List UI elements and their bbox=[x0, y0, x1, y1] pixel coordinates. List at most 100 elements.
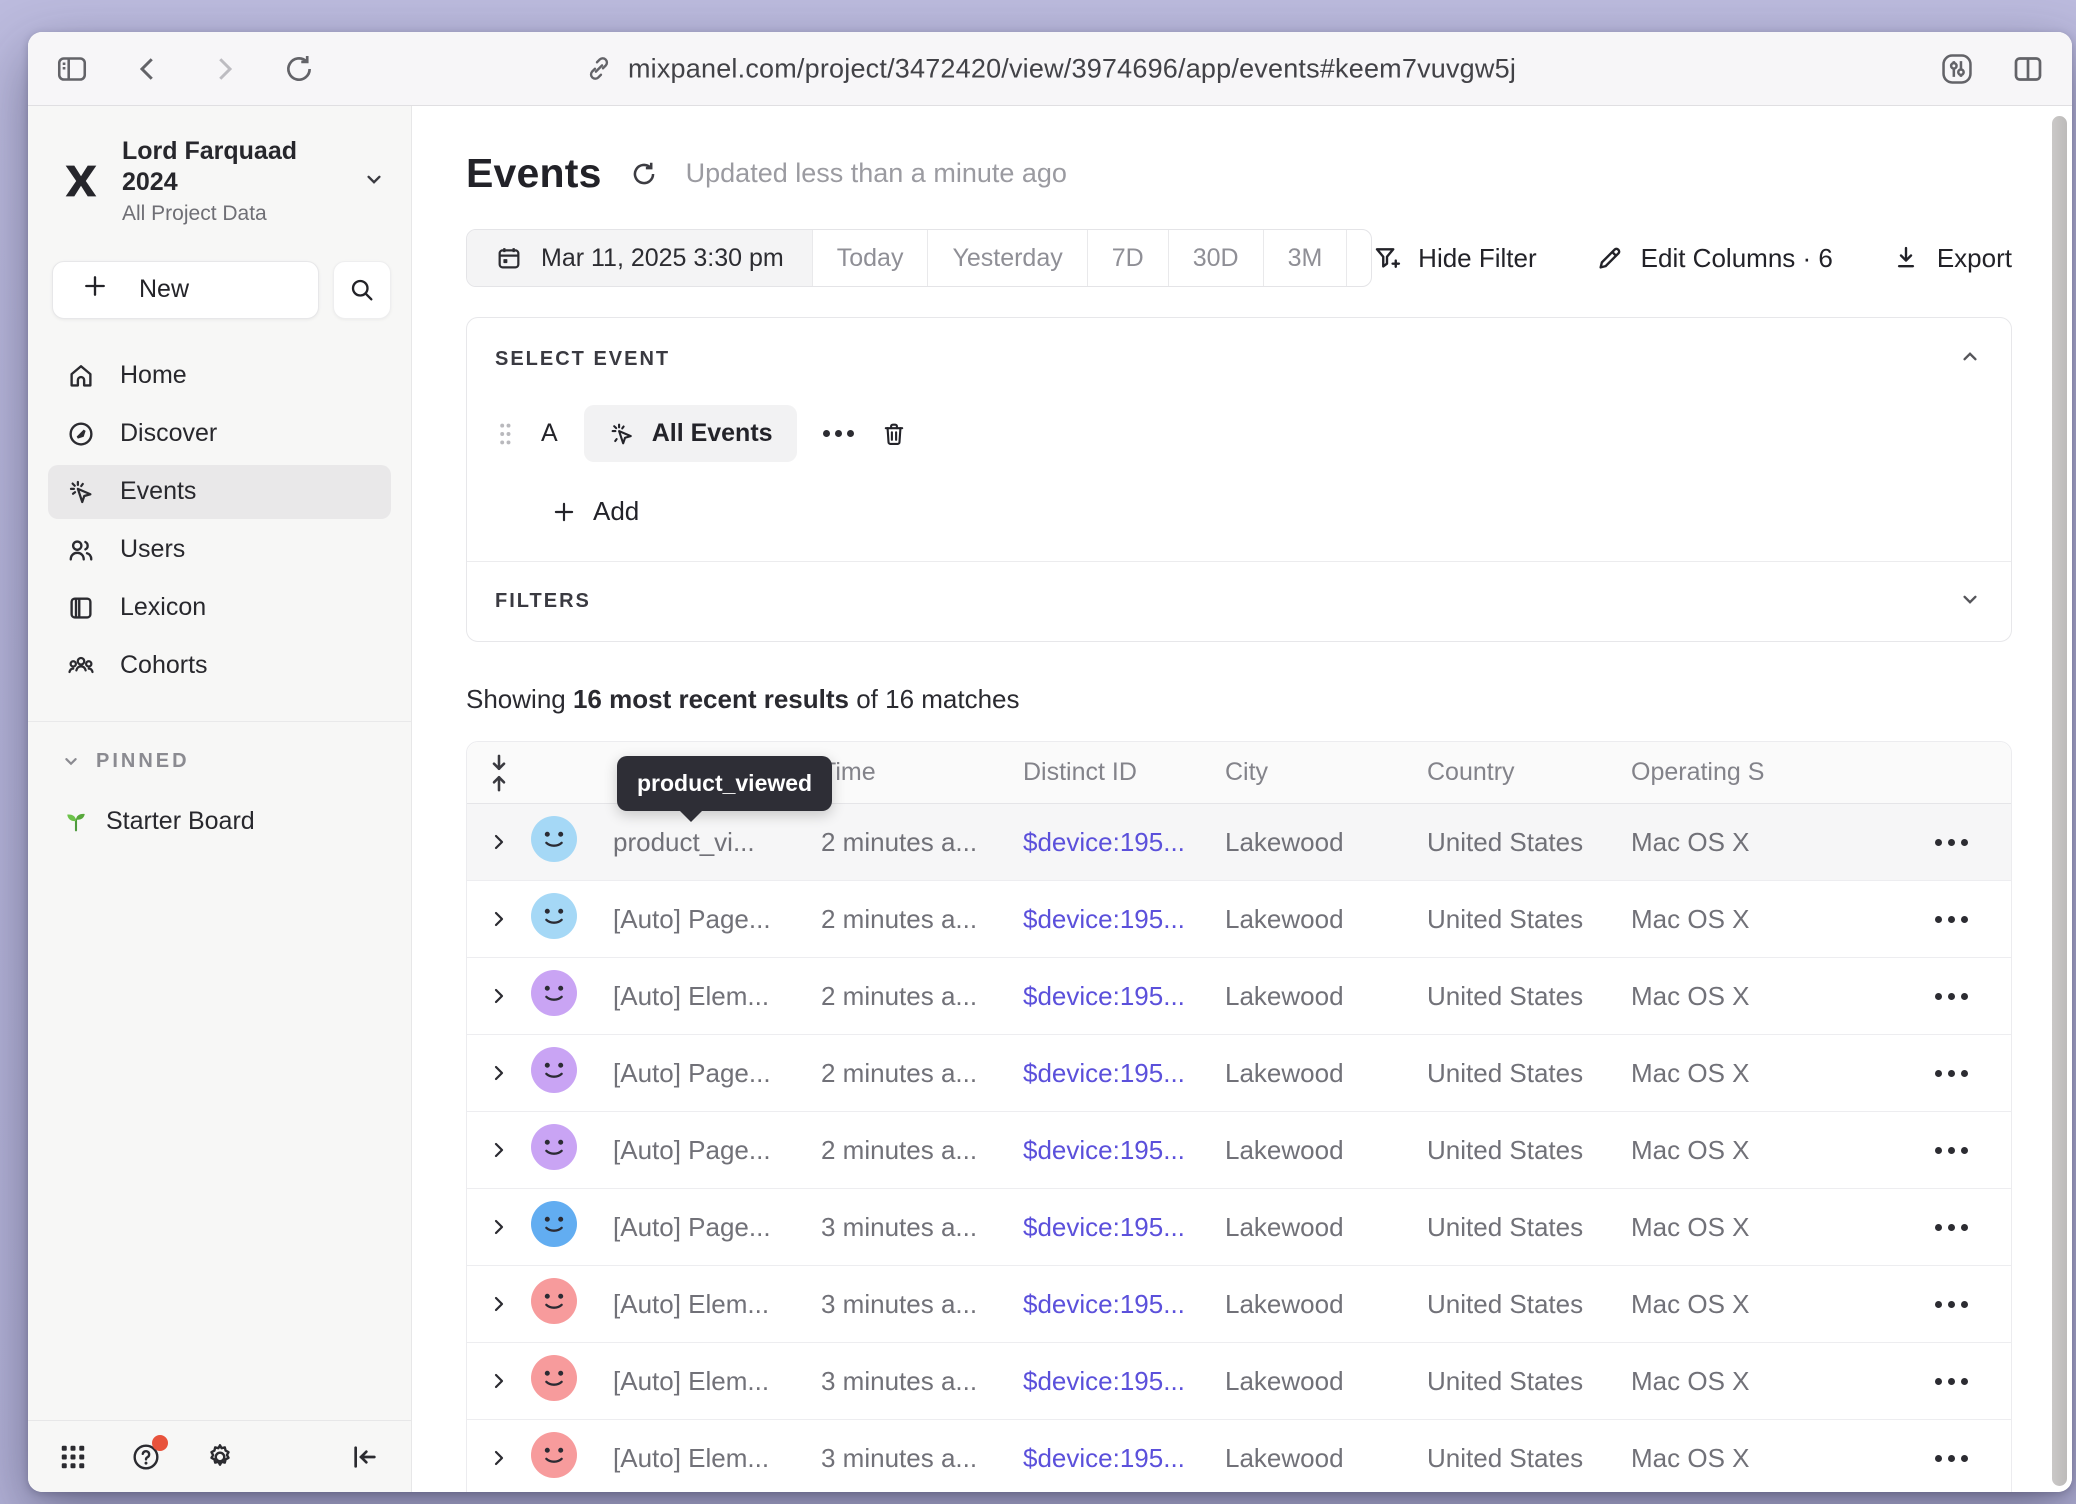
hide-filter-button[interactable]: Hide Filter bbox=[1372, 243, 1536, 274]
event-os: Mac OS X bbox=[1631, 1366, 1891, 1397]
event-name: [Auto] Elem... bbox=[613, 1366, 821, 1397]
apps-grid-icon[interactable] bbox=[58, 1442, 88, 1472]
distinct-id-link[interactable]: $device:195... bbox=[1023, 1289, 1185, 1319]
row-menu-button[interactable] bbox=[1891, 1378, 2011, 1385]
column-header-city[interactable]: City bbox=[1225, 758, 1427, 787]
export-button[interactable]: Export bbox=[1891, 243, 2012, 274]
distinct-id-link[interactable]: $device:195... bbox=[1023, 1058, 1185, 1088]
preset-yesterday[interactable]: Yesterday bbox=[928, 230, 1087, 286]
plus-icon bbox=[551, 499, 577, 525]
row-avatar bbox=[531, 1124, 577, 1170]
preset-today[interactable]: Today bbox=[813, 230, 929, 286]
sidebar-item-lexicon[interactable]: Lexicon bbox=[48, 581, 391, 635]
table-row[interactable]: [Auto] Elem... 3 minutes a... $device:19… bbox=[467, 1343, 2011, 1420]
trash-icon[interactable] bbox=[880, 420, 908, 448]
column-header-distinct-id[interactable]: Distinct ID bbox=[1023, 758, 1225, 787]
row-expand-icon[interactable] bbox=[467, 984, 531, 1008]
refresh-icon[interactable] bbox=[628, 158, 660, 190]
row-menu-button[interactable] bbox=[1891, 1301, 2011, 1308]
row-menu-button[interactable] bbox=[1891, 1455, 2011, 1462]
collapse-section-icon[interactable] bbox=[1957, 344, 1983, 375]
distinct-id-link[interactable]: $device:195... bbox=[1023, 904, 1185, 934]
preset-30d[interactable]: 30D bbox=[1169, 230, 1264, 286]
pinned-section-header[interactable]: PINNED bbox=[28, 722, 411, 773]
sidebar-item-label: Events bbox=[120, 477, 196, 506]
events-icon bbox=[66, 477, 96, 507]
distinct-id-link[interactable]: $device:195... bbox=[1023, 1135, 1185, 1165]
row-menu-button[interactable] bbox=[1891, 839, 2011, 846]
column-header-time[interactable]: Time bbox=[821, 758, 1023, 787]
distinct-id-link[interactable]: $device:195... bbox=[1023, 827, 1185, 857]
row-menu-button[interactable] bbox=[1891, 1070, 2011, 1077]
address-bar[interactable]: mixpanel.com/project/3472420/view/397469… bbox=[584, 53, 1516, 84]
preset-3m[interactable]: 3M bbox=[1264, 230, 1348, 286]
collapse-all-rows-icon[interactable] bbox=[467, 753, 531, 793]
column-header-os[interactable]: Operating S bbox=[1631, 758, 1891, 787]
event-time: 3 minutes a... bbox=[821, 1212, 1023, 1243]
event-row-menu-button[interactable] bbox=[823, 430, 854, 437]
row-menu-button[interactable] bbox=[1891, 1147, 2011, 1154]
settings-gear-icon[interactable] bbox=[204, 1441, 236, 1473]
split-view-icon[interactable] bbox=[2010, 51, 2046, 87]
table-row[interactable]: [Auto] Page... 3 minutes a... $device:19… bbox=[467, 1189, 2011, 1266]
add-event-button[interactable]: Add bbox=[551, 496, 1983, 527]
row-expand-icon[interactable] bbox=[467, 1292, 531, 1316]
reload-icon[interactable] bbox=[282, 52, 316, 86]
page-scrollbar[interactable] bbox=[2052, 116, 2067, 1486]
row-expand-icon[interactable] bbox=[467, 1138, 531, 1162]
row-expand-icon[interactable] bbox=[467, 1369, 531, 1393]
table-row[interactable]: [Auto] Elem... 2 minutes a... $device:19… bbox=[467, 958, 2011, 1035]
download-icon bbox=[1891, 243, 1921, 273]
seedling-icon bbox=[62, 807, 90, 835]
row-expand-icon[interactable] bbox=[467, 1215, 531, 1239]
row-menu-button[interactable] bbox=[1891, 1224, 2011, 1231]
sidebar-item-users[interactable]: Users bbox=[48, 523, 391, 577]
sidebar-item-discover[interactable]: Discover bbox=[48, 407, 391, 461]
distinct-id-link[interactable]: $device:195... bbox=[1023, 1212, 1185, 1242]
row-expand-icon[interactable] bbox=[467, 830, 531, 854]
distinct-id-link[interactable]: $device:195... bbox=[1023, 1366, 1185, 1396]
event-name: [Auto] Elem... bbox=[613, 1443, 821, 1474]
edit-columns-button[interactable]: Edit Columns · 6 bbox=[1595, 243, 1833, 274]
table-row[interactable]: [Auto] Page... 2 minutes a... $device:19… bbox=[467, 1035, 2011, 1112]
event-name: [Auto] Elem... bbox=[613, 1289, 821, 1320]
sidebar-item-home[interactable]: Home bbox=[48, 349, 391, 403]
new-button[interactable]: New bbox=[52, 261, 319, 319]
table-row[interactable]: [Auto] Elem... 3 minutes a... $device:19… bbox=[467, 1420, 2011, 1492]
row-expand-icon[interactable] bbox=[467, 907, 531, 931]
back-icon[interactable] bbox=[130, 51, 166, 87]
preset-6m[interactable]: 6M bbox=[1347, 230, 1372, 286]
event-selector-chip[interactable]: All Events bbox=[584, 405, 797, 462]
browser-settings-icon[interactable] bbox=[1938, 50, 1976, 88]
column-header-country[interactable]: Country bbox=[1427, 758, 1631, 787]
browser-sidebar-toggle-icon[interactable] bbox=[54, 51, 90, 87]
project-switcher[interactable]: Lord Farquaad 2024 All Project Data bbox=[28, 106, 411, 233]
drag-handle-icon[interactable] bbox=[495, 420, 515, 448]
expand-filters-icon[interactable] bbox=[1957, 586, 1983, 617]
cohorts-icon bbox=[66, 651, 96, 681]
search-button[interactable] bbox=[333, 261, 391, 319]
row-avatar bbox=[531, 893, 577, 939]
collapse-sidebar-icon[interactable] bbox=[349, 1441, 381, 1473]
event-country: United States bbox=[1427, 827, 1631, 858]
sidebar-item-events[interactable]: Events bbox=[48, 465, 391, 519]
table-row[interactable]: [Auto] Page... 2 minutes a... $device:19… bbox=[467, 1112, 2011, 1189]
distinct-id-link[interactable]: $device:195... bbox=[1023, 1443, 1185, 1473]
sidebar-item-starter-board[interactable]: Starter Board bbox=[28, 773, 411, 836]
preset-7d[interactable]: 7D bbox=[1088, 230, 1169, 286]
row-expand-icon[interactable] bbox=[467, 1446, 531, 1470]
table-row[interactable]: [Auto] Page... 2 minutes a... $device:19… bbox=[467, 881, 2011, 958]
date-range-button[interactable]: Mar 11, 2025 3:30 pm bbox=[467, 230, 813, 286]
row-expand-icon[interactable] bbox=[467, 1061, 531, 1085]
date-range-control: Mar 11, 2025 3:30 pm Today Yesterday 7D … bbox=[466, 229, 1372, 287]
forward-icon[interactable] bbox=[206, 51, 242, 87]
help-button[interactable] bbox=[130, 1441, 162, 1473]
row-menu-button[interactable] bbox=[1891, 993, 2011, 1000]
row-avatar bbox=[531, 970, 577, 1016]
sidebar-item-cohorts[interactable]: Cohorts bbox=[48, 639, 391, 693]
row-avatar bbox=[531, 1047, 577, 1093]
table-row[interactable]: [Auto] Elem... 3 minutes a... $device:19… bbox=[467, 1266, 2011, 1343]
distinct-id-link[interactable]: $device:195... bbox=[1023, 981, 1185, 1011]
event-country: United States bbox=[1427, 1058, 1631, 1089]
row-menu-button[interactable] bbox=[1891, 916, 2011, 923]
